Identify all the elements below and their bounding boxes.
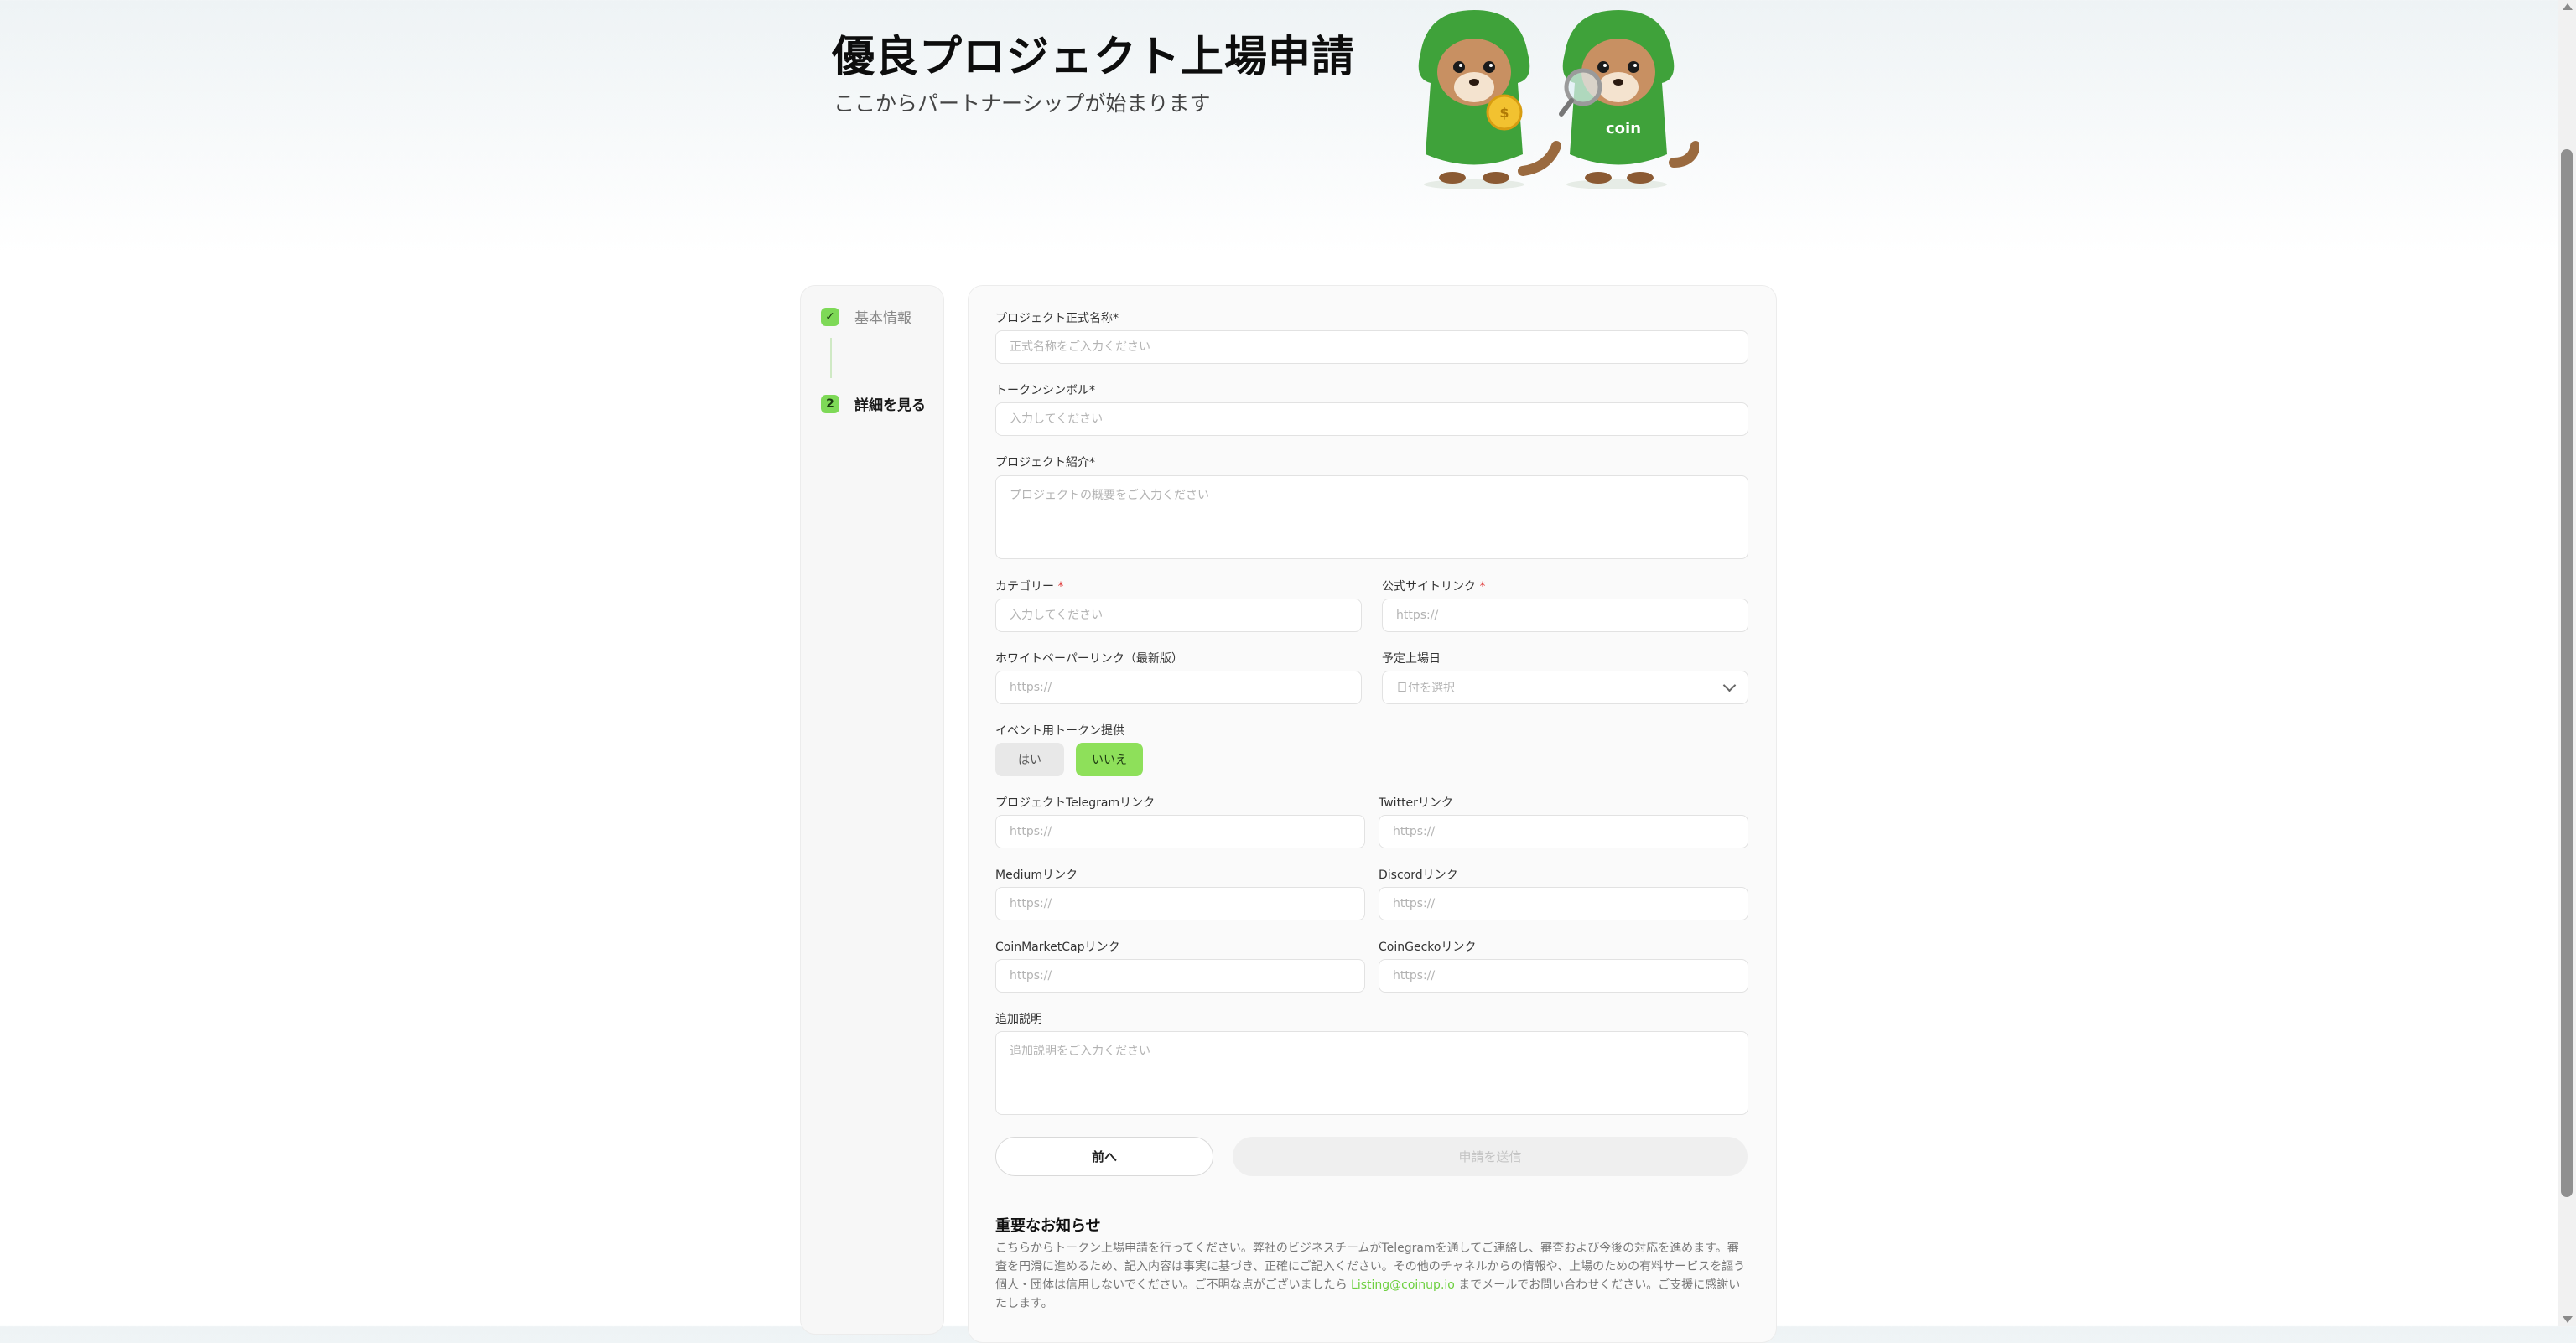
svg-text:$: $	[1499, 105, 1509, 121]
submit-application-button[interactable]: 申請を送信	[1233, 1137, 1748, 1176]
event-tokens-label: イベント用トークン提供	[995, 724, 1124, 738]
scroll-up-arrow-icon[interactable]	[2563, 3, 2573, 10]
contact-email-link[interactable]: Listing@coinup.io	[1351, 1278, 1455, 1292]
coinmarketcap-input[interactable]	[995, 959, 1365, 993]
page-scrollbar[interactable]	[2558, 0, 2576, 1326]
project-intro-label: プロジェクト紹介*	[995, 456, 1095, 469]
token-symbol-input[interactable]	[995, 402, 1748, 436]
coingecko-input[interactable]	[1379, 959, 1748, 993]
step-sidebar: ✓ 基本情報 2 詳細を見る	[800, 285, 944, 1335]
medium-input[interactable]	[995, 887, 1365, 920]
important-notice-title: 重要なお知らせ	[995, 1217, 1101, 1235]
project-intro-textarea[interactable]	[995, 475, 1748, 559]
step-details[interactable]: 2 詳細を見る	[821, 393, 926, 414]
coinmarketcap-label: CoinMarketCapリンク	[995, 941, 1120, 954]
step-label: 基本情報	[854, 310, 911, 327]
telegram-label: プロジェクトTelegramリンク	[995, 796, 1156, 810]
mascot-hoodie-logo: coin	[1606, 120, 1641, 137]
scroll-down-arrow-icon[interactable]	[2563, 1316, 2573, 1323]
coingecko-label: CoinGeckoリンク	[1379, 941, 1477, 954]
website-label: 公式サイトリンク *	[1382, 580, 1486, 594]
token-symbol-label: トークンシンボル*	[995, 384, 1095, 397]
check-icon: ✓	[821, 307, 839, 326]
twitter-input[interactable]	[1379, 815, 1748, 848]
additional-info-textarea[interactable]	[995, 1031, 1748, 1115]
website-input[interactable]	[1382, 599, 1748, 632]
whitepaper-label: ホワイトペーパーリンク（最新版）	[995, 652, 1183, 666]
event-tokens-no-button[interactable]: いいえ	[1076, 743, 1143, 776]
twitter-label: Twitterリンク	[1379, 796, 1453, 810]
chevron-down-icon	[1722, 678, 1737, 692]
additional-info-label: 追加説明	[995, 1013, 1042, 1026]
discord-input[interactable]	[1379, 887, 1748, 920]
scrollbar-thumb[interactable]	[2561, 149, 2573, 1197]
medium-label: Mediumリンク	[995, 869, 1078, 882]
listing-date-placeholder: 日付を選択	[1396, 682, 1455, 695]
step-number-badge: 2	[821, 394, 839, 413]
event-tokens-yes-button[interactable]: はい	[995, 743, 1064, 776]
whitepaper-input[interactable]	[995, 671, 1362, 704]
page-subtitle: ここからパートナーシップが始まります	[834, 91, 1211, 116]
application-form-card	[968, 285, 1777, 1343]
discord-label: Discordリンク	[1379, 869, 1458, 882]
project-name-input[interactable]	[995, 330, 1748, 364]
category-label: カテゴリー *	[995, 580, 1064, 594]
category-input[interactable]	[995, 599, 1362, 632]
previous-button[interactable]: 前へ	[995, 1137, 1213, 1176]
listing-date-picker[interactable]: 日付を選択	[1382, 671, 1748, 704]
otter-mascots-illustration: $ coin	[1418, 10, 1699, 189]
telegram-input[interactable]	[995, 815, 1365, 848]
page-title: 優良プロジェクト上場申請	[832, 33, 1356, 82]
step-label: 詳細を見る	[854, 397, 926, 414]
step-basic-info[interactable]: ✓ 基本情報	[821, 306, 911, 327]
listing-date-label: 予定上場日	[1382, 652, 1441, 666]
important-notice-body: こちらからトークン上場申請を行ってください。弊社のビジネスチームがTelegra…	[995, 1242, 1746, 1310]
project-name-label: プロジェクト正式名称*	[995, 312, 1119, 325]
step-connector	[830, 338, 832, 378]
